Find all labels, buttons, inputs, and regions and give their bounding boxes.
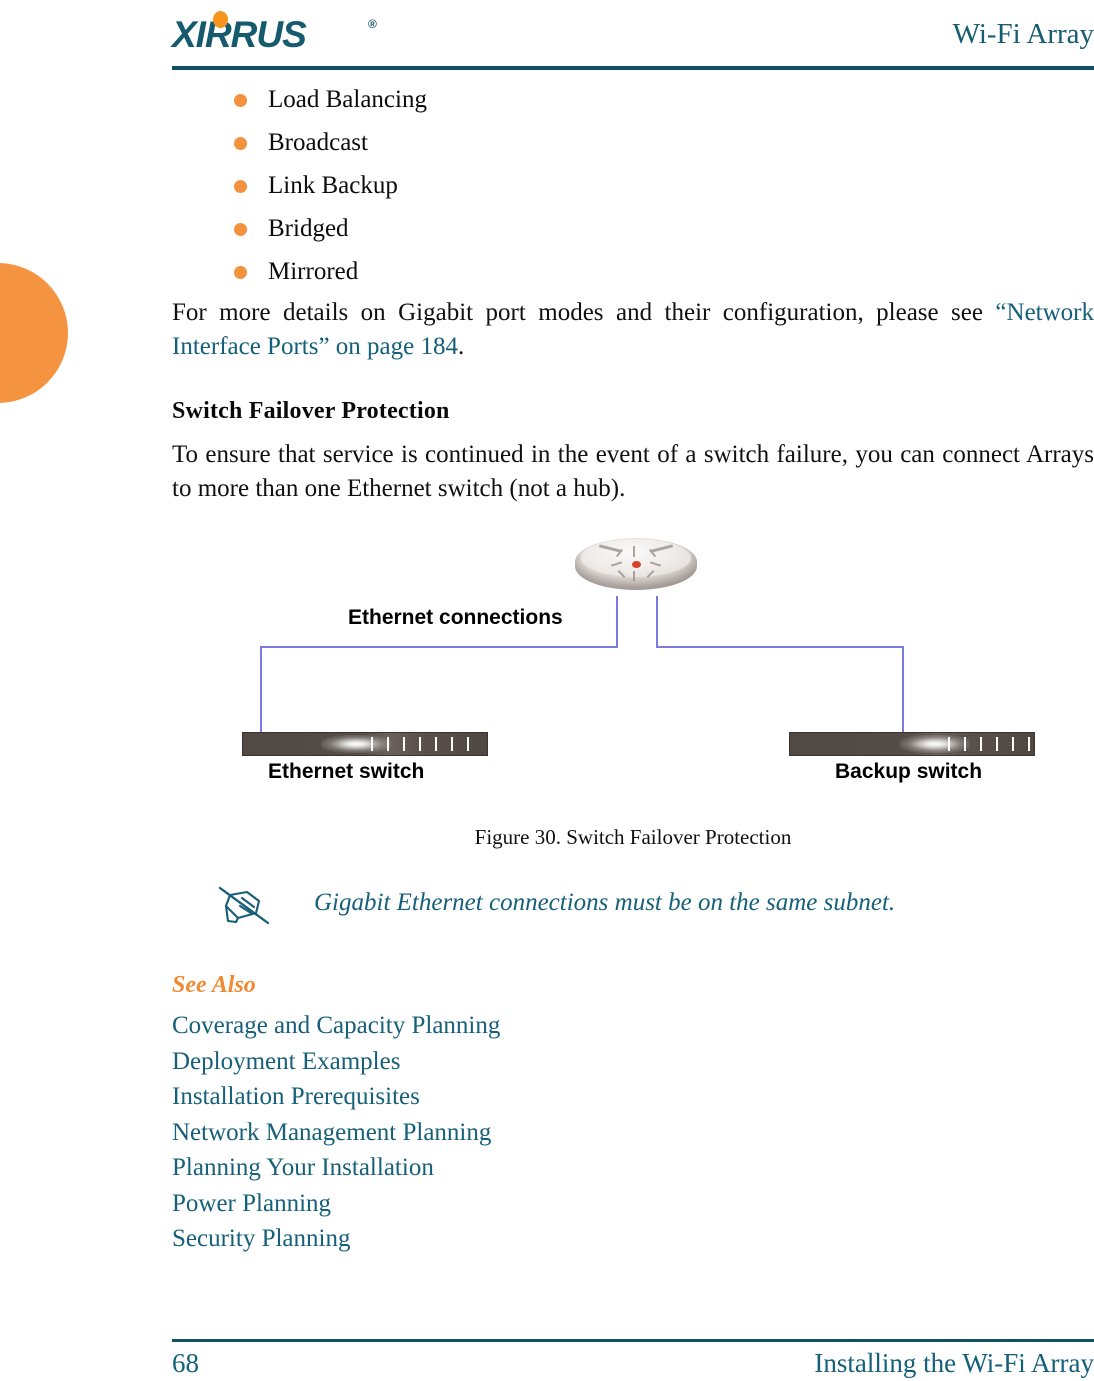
- see-also-link[interactable]: Installation Prerequisites: [172, 1079, 792, 1115]
- logo-orange-dot-icon: [213, 11, 228, 28]
- array-vent-icon: [633, 546, 635, 557]
- list-item-label: Mirrored: [268, 258, 359, 285]
- backup-switch-image: [789, 732, 1035, 756]
- list-item-label: Link Backup: [268, 172, 398, 199]
- see-also-list: Coverage and Capacity Planning Deploymen…: [172, 1008, 792, 1257]
- switch-port-icon: [964, 737, 966, 751]
- footer-page-number: 68: [172, 1348, 199, 1378]
- switch-failover-figure: Ethernet connections Ethernet switch Bac…: [172, 520, 1094, 810]
- list-item: Load Balancing: [172, 78, 1094, 121]
- section-heading: Switch Failover Protection: [172, 398, 450, 424]
- see-also-link[interactable]: Power Planning: [172, 1186, 792, 1222]
- note-pen-icon: [216, 882, 274, 930]
- switch-port-icon: [1012, 737, 1014, 751]
- bullet-dot-icon: [234, 94, 247, 107]
- switch-port-icon: [996, 737, 998, 751]
- connector-right-horizontal: [656, 646, 904, 648]
- edge-thumb-tab: [0, 263, 68, 403]
- list-item: Link Backup: [172, 164, 1094, 207]
- figure-label-ethernet-connections: Ethernet connections: [348, 606, 563, 629]
- logo-wordmark: XIRRUS: [172, 14, 307, 55]
- connector-left-horizontal: [260, 646, 618, 648]
- logo-registered-mark: ®: [368, 17, 377, 31]
- figure-label-backup-switch: Backup switch: [835, 760, 983, 783]
- connector-left-stub: [616, 596, 618, 648]
- list-item: Broadcast: [172, 121, 1094, 164]
- switch-port-icon: [1028, 737, 1030, 751]
- see-also-link[interactable]: Coverage and Capacity Planning: [172, 1008, 792, 1044]
- array-status-led-icon: [632, 561, 641, 568]
- figure-caption: Figure 30. Switch Failover Protection: [474, 825, 792, 849]
- list-item: Bridged: [172, 207, 1094, 250]
- see-also-link[interactable]: Network Management Planning: [172, 1115, 792, 1151]
- connector-right-stub: [656, 596, 658, 648]
- xirrus-logo: XIRRUS ®: [172, 8, 402, 60]
- connector-right-drop: [902, 646, 904, 732]
- intro-paragraph: For more details on Gigabit port modes a…: [172, 296, 1094, 364]
- wifi-array-device-image: [575, 538, 697, 596]
- list-item-label: Bridged: [268, 215, 349, 242]
- bullet-dot-icon: [234, 223, 247, 236]
- see-also-link[interactable]: Deployment Examples: [172, 1044, 792, 1080]
- figure-label-ethernet-switch: Ethernet switch: [268, 760, 425, 783]
- footer-title: Installing the Wi-Fi Array: [814, 1348, 1094, 1378]
- list-item-label: Broadcast: [268, 129, 368, 156]
- intro-text-before: For more details on Gigabit port modes a…: [172, 299, 996, 326]
- switch-port-icon: [403, 737, 405, 751]
- switch-port-icon: [387, 737, 389, 751]
- header-divider: [172, 66, 1094, 70]
- list-item-label: Load Balancing: [268, 86, 427, 113]
- switch-led-glow-icon: [900, 735, 970, 753]
- header-title: Wi-Fi Array: [952, 18, 1094, 50]
- switch-port-icon: [451, 737, 453, 751]
- list-item: Mirrored: [172, 250, 1094, 293]
- switch-port-icon: [371, 737, 373, 751]
- ethernet-switch-image: [242, 732, 488, 756]
- see-also-heading: See Also: [172, 972, 256, 998]
- switch-port-icon: [948, 737, 950, 751]
- page-header: XIRRUS ® Wi-Fi Array: [172, 0, 1094, 72]
- footer-divider: [172, 1339, 1094, 1342]
- switch-port-icon: [980, 737, 982, 751]
- see-also-link[interactable]: Security Planning: [172, 1221, 792, 1257]
- bullet-dot-icon: [234, 266, 247, 279]
- bullet-dot-icon: [234, 180, 247, 193]
- note-callout: Gigabit Ethernet connections must be on …: [172, 880, 1094, 936]
- bullet-dot-icon: [234, 137, 247, 150]
- switch-port-icon: [419, 737, 421, 751]
- switch-port-icon: [435, 737, 437, 751]
- connector-left-drop: [260, 646, 262, 732]
- section-body-paragraph: To ensure that service is continued in t…: [172, 441, 1094, 502]
- array-top-face: [581, 539, 691, 577]
- gigabit-modes-list: Load Balancing Broadcast Link Backup Bri…: [172, 78, 1094, 293]
- see-also-link[interactable]: Planning Your Installation: [172, 1150, 792, 1186]
- switch-led-glow-icon: [321, 735, 391, 753]
- intro-text-after: .: [458, 333, 465, 360]
- switch-port-icon: [467, 737, 469, 751]
- array-vent-icon: [633, 571, 635, 581]
- note-text: Gigabit Ethernet connections must be on …: [314, 889, 896, 916]
